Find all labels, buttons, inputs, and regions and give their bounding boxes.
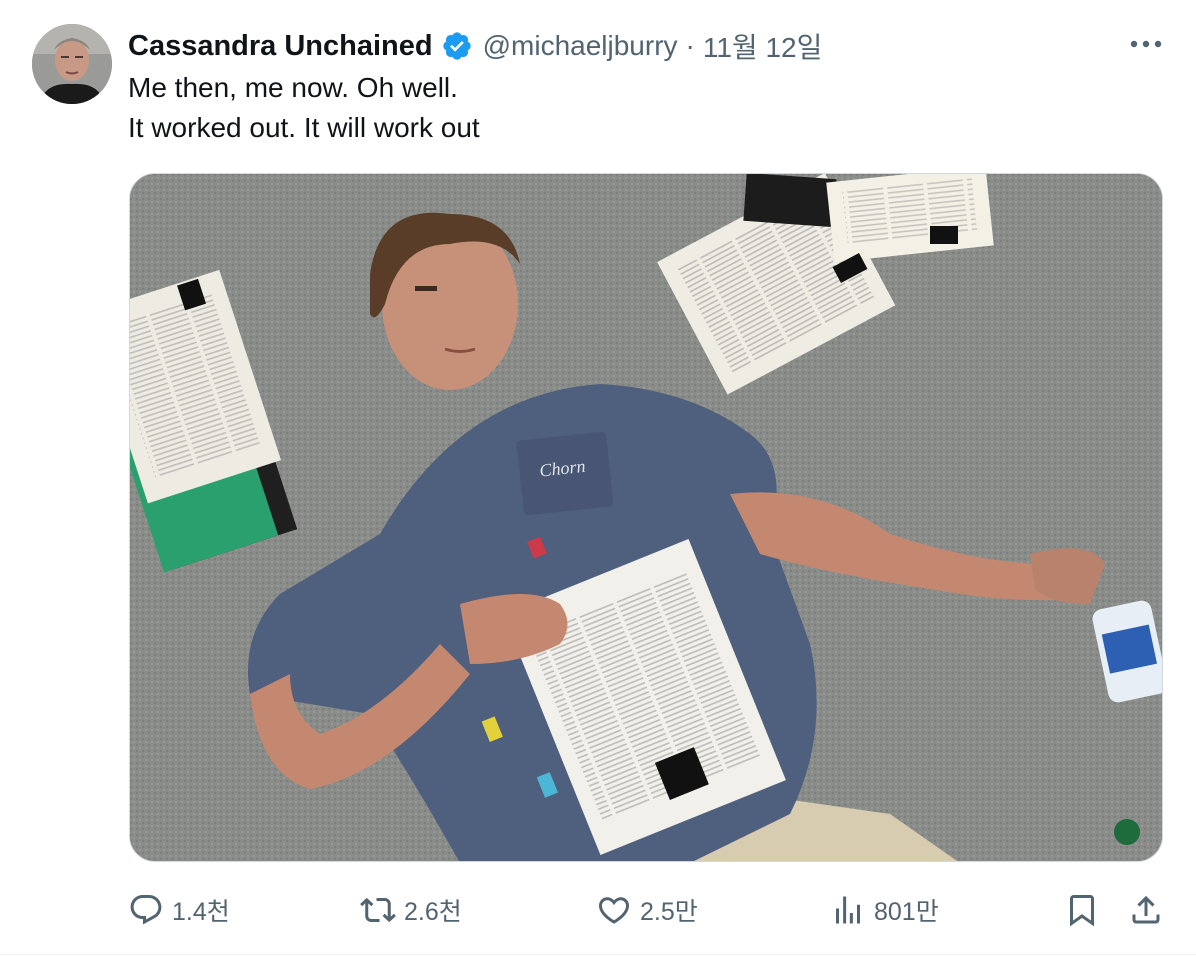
verified-badge-icon[interactable] [441, 30, 473, 62]
tweet-media-image[interactable]: Chorn [129, 173, 1163, 862]
more-horizontal-icon [1130, 40, 1162, 48]
tweet-header: Cassandra Unchained @michaeljburry · 11월… [128, 26, 822, 66]
views-button[interactable]: 801만 [830, 888, 939, 932]
tweet-card[interactable]: Cassandra Unchained @michaeljburry · 11월… [0, 0, 1196, 956]
tweet-text: Me then, me now. Oh well. It worked out.… [128, 68, 480, 148]
heart-icon [598, 897, 630, 924]
reply-icon [130, 895, 162, 925]
reply-count: 1.4천 [172, 898, 230, 926]
tweet-date[interactable]: 11월 12일 [703, 26, 823, 66]
more-options-button[interactable] [1126, 28, 1166, 60]
like-button[interactable]: 2.5만 [596, 888, 698, 932]
separator-dot: · [685, 30, 695, 61]
like-count: 2.5만 [640, 898, 698, 926]
bottom-divider [0, 954, 1196, 955]
share-icon [1132, 895, 1160, 924]
avatar[interactable] [32, 24, 112, 104]
reply-button[interactable]: 1.4천 [128, 888, 230, 932]
bookmark-button[interactable] [1064, 888, 1108, 932]
views-chart-icon [836, 896, 860, 924]
tweet-text-line: Me then, me now. Oh well. [128, 72, 458, 103]
display-name[interactable]: Cassandra Unchained [128, 30, 433, 63]
tweet-text-line: It worked out. It will work out [128, 112, 480, 143]
retweet-button[interactable]: 2.6천 [360, 888, 462, 932]
share-button[interactable] [1128, 888, 1172, 932]
tweet-actions-bar: 1.4천 2.6천 2.5만 801만 [128, 888, 1168, 932]
retweet-icon [360, 897, 396, 923]
view-count: 801만 [874, 898, 939, 926]
retweet-count: 2.6천 [404, 898, 462, 926]
bookmark-icon [1070, 895, 1094, 927]
user-handle[interactable]: @michaeljburry [483, 30, 678, 62]
